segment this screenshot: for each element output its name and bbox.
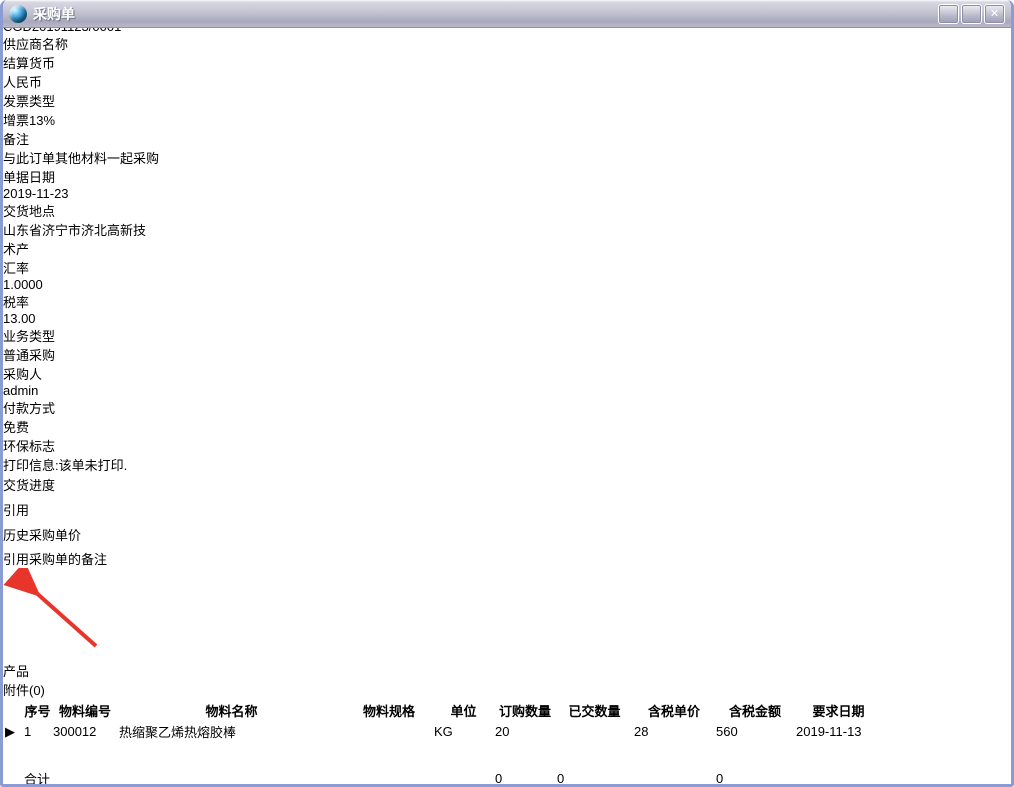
- total-amount: 0: [716, 769, 794, 787]
- row-marker-header: [5, 701, 22, 720]
- col-header[interactable]: 序号: [24, 701, 51, 720]
- delivery-place-label: 交货地点: [3, 201, 1011, 220]
- payment-method-field[interactable]: 免费: [3, 417, 183, 436]
- print-info-text: 打印信息:该单未打印.: [3, 455, 1011, 474]
- remark-field[interactable]: 与此订单其他材料一起采购: [3, 148, 711, 167]
- business-type-label: 业务类型: [3, 326, 1011, 345]
- doc-date-combo[interactable]: 2019-11-23: [3, 186, 178, 201]
- supplier-label: 供应商名称: [3, 34, 1011, 53]
- col-header[interactable]: 订购数量: [495, 701, 555, 720]
- col-header[interactable]: 含税单价: [634, 701, 714, 720]
- col-header[interactable]: 物料名称: [119, 701, 344, 720]
- annotation-text: 引用采购单的备注: [3, 549, 1011, 568]
- eco-mark-label: 环保标志: [3, 436, 1011, 455]
- annotation-arrow-icon: [3, 568, 113, 658]
- purchase-order-window: 采购单 ✕ 单据编号 CGD20191123/0001 供应商名称 结算货币 人…: [0, 0, 1014, 787]
- grid-body: ▶ 1 300012 热缩聚乙烯热熔胶棒 KG 20 28 560 2019-1…: [5, 722, 881, 787]
- tax-rate-label: 税率: [3, 292, 1011, 311]
- reference-button[interactable]: 引用: [3, 499, 83, 524]
- purchaser-field[interactable]: admin: [3, 383, 183, 398]
- tab-products[interactable]: 产品: [3, 661, 429, 680]
- current-row-arrow-icon: ▶: [5, 724, 15, 739]
- tab-attachments[interactable]: 附件(0): [3, 680, 450, 699]
- exchange-rate-field[interactable]: 1.0000: [3, 277, 178, 292]
- col-header[interactable]: 要求日期: [796, 701, 881, 720]
- tax-rate-field[interactable]: 13.00: [3, 311, 178, 326]
- app-globe-icon: [9, 5, 27, 23]
- col-header[interactable]: 物料编号: [53, 701, 117, 720]
- currency-field[interactable]: 人民币: [3, 72, 181, 91]
- purchaser-label: 采购人: [3, 364, 1011, 383]
- invoice-type-field[interactable]: 增票13%: [3, 110, 181, 129]
- total-delivered-qty: 0: [557, 769, 632, 787]
- table-row-selected[interactable]: ▶ 1 300012 热缩聚乙烯热熔胶棒 KG 20 28 560 2019-1…: [5, 722, 881, 741]
- close-icon: ✕: [990, 8, 999, 20]
- col-header[interactable]: 含税金额: [716, 701, 794, 720]
- exchange-rate-label: 汇率: [3, 258, 1011, 277]
- business-type-combo[interactable]: 普通采购: [3, 345, 183, 364]
- delivery-progress-button: 交货进度: [3, 474, 85, 499]
- history-price-button[interactable]: 历史采购单价: [3, 524, 86, 549]
- products-grid: 序号 物料编号 物料名称 物料规格 单位 订购数量 已交数量 含税单价 含税金额…: [3, 699, 1011, 787]
- doc-date-label: 单据日期: [3, 167, 1011, 186]
- col-header[interactable]: 物料规格: [346, 701, 432, 720]
- remark-label: 备注: [3, 129, 1011, 148]
- total-label: 合计: [24, 769, 51, 787]
- close-button[interactable]: ✕: [984, 4, 1005, 24]
- total-order-qty: 0: [495, 769, 555, 787]
- maximize-button[interactable]: [961, 4, 982, 24]
- currency-label: 结算货币: [3, 53, 1011, 72]
- window-title: 采购单: [33, 4, 75, 24]
- col-header[interactable]: 单位: [434, 701, 493, 720]
- table-header-row: 序号 物料编号 物料名称 物料规格 单位 订购数量 已交数量 含税单价 含税金额…: [5, 701, 881, 720]
- delivery-place-combo[interactable]: 山东省济宁市济北高新技术产: [3, 220, 178, 258]
- payment-method-label: 付款方式: [3, 398, 1011, 417]
- title-bar[interactable]: 采购单 ✕: [3, 0, 1011, 28]
- invoice-type-label: 发票类型: [3, 91, 1011, 110]
- minimize-button[interactable]: [938, 4, 959, 24]
- table-total-row: 合计 0 0 0: [5, 769, 881, 787]
- col-header[interactable]: 已交数量: [557, 701, 632, 720]
